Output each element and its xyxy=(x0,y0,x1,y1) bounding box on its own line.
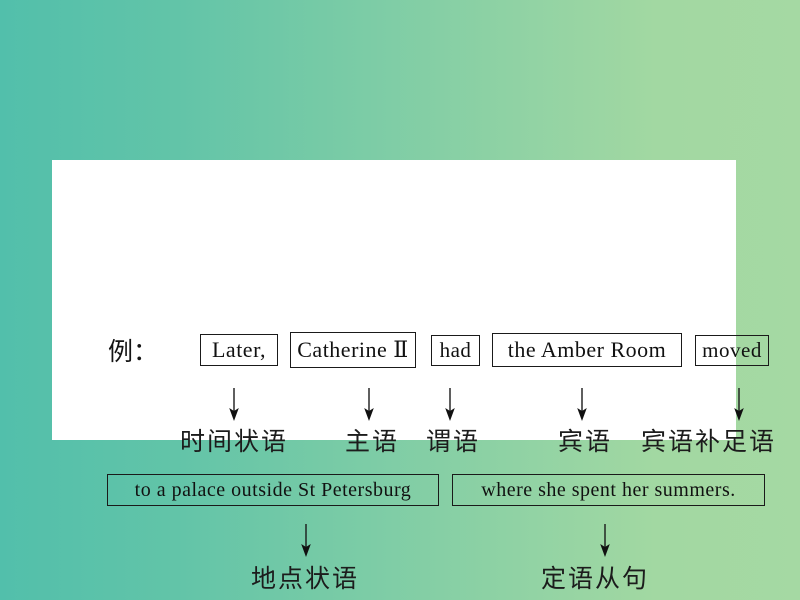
token-box-object-complement: moved xyxy=(695,335,769,366)
role-label-subject: 主语 xyxy=(345,427,400,456)
role-label-object: 宾语 xyxy=(558,427,613,456)
token-box-predicate: had xyxy=(431,335,480,366)
slide-canvas: 例： Later, Catherine Ⅱ had the Amber Room… xyxy=(0,0,800,600)
example-marker: 例： xyxy=(108,339,159,366)
role-label-predicate: 谓语 xyxy=(426,427,481,456)
diagram-card: 例： Later, Catherine Ⅱ had the Amber Room… xyxy=(52,160,774,593)
role-label-time-adverbial: 时间状语 xyxy=(180,427,289,456)
down-arrow-icon xyxy=(361,388,377,422)
token-box-attributive-clause: where she spent her summers. xyxy=(452,474,765,506)
down-arrow-icon xyxy=(226,388,242,422)
token-box-object: the Amber Room xyxy=(492,333,682,367)
token-box-time-adverbial: Later, xyxy=(200,334,278,366)
role-label-attributive-clause: 定语从句 xyxy=(541,564,650,593)
token-box-place-adverbial: to a palace outside St Petersburg xyxy=(107,474,439,506)
role-label-object-complement: 宾语补足语 xyxy=(641,427,777,456)
role-label-place-adverbial: 地点状语 xyxy=(251,564,360,593)
down-arrow-icon xyxy=(442,388,458,422)
token-box-subject: Catherine Ⅱ xyxy=(290,332,416,368)
down-arrow-icon xyxy=(597,524,613,558)
down-arrow-icon xyxy=(731,388,747,422)
down-arrow-icon xyxy=(574,388,590,422)
down-arrow-icon xyxy=(298,524,314,558)
